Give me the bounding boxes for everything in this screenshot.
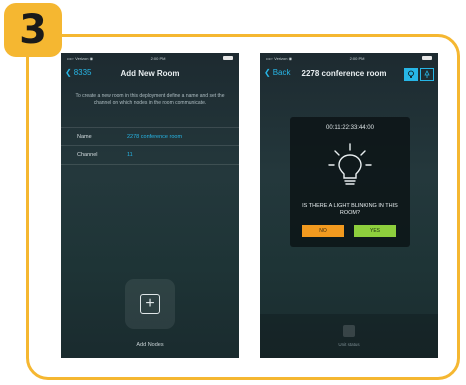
lamp-icon[interactable] <box>420 68 434 81</box>
nav-actions <box>404 68 434 81</box>
channel-field-row[interactable]: Channel 11 <box>61 145 239 165</box>
channel-field[interactable]: 11 <box>127 152 133 158</box>
page-title: Add New Room <box>120 69 180 78</box>
no-button[interactable]: NO <box>302 225 344 237</box>
name-field[interactable]: 2278 conference room <box>127 134 182 140</box>
plus-square-icon: + <box>140 294 160 314</box>
nav-bar: ❮ 8335 Add New Room <box>61 63 239 85</box>
node-id-text: 00:11:22:33:44:00 <box>326 125 374 131</box>
add-nodes-label: Add Nodes <box>136 342 164 348</box>
bottom-bar: Unit status <box>260 314 438 358</box>
clock-text: 2:00 PM <box>349 55 365 61</box>
add-nodes-button[interactable]: + <box>125 279 175 329</box>
lightbulb-icon <box>328 143 372 185</box>
channel-label: Channel <box>77 152 98 158</box>
bottom-label: Unit status <box>338 342 360 347</box>
name-field-row[interactable]: Name 2278 conference room <box>61 127 239 146</box>
carrier-text: ••••◦ Verizon ◉ <box>67 55 94 61</box>
bulb-icon[interactable] <box>404 68 418 81</box>
status-bar: ••••◦ Verizon ◉ 2:00 PM <box>260 53 438 63</box>
battery-icon <box>222 56 233 60</box>
node-icon[interactable] <box>343 325 355 337</box>
instructions-text: To create a new room in this deployment … <box>75 93 225 106</box>
yes-button[interactable]: YES <box>354 225 396 237</box>
blink-question: IS THERE A LIGHT BLINKING IN THIS ROOM? <box>302 203 398 216</box>
blink-confirm-dialog: 00:11:22:33:44:00 IS THERE A LIGHT BLINK… <box>290 117 410 247</box>
clock-text: 2:00 PM <box>150 55 166 61</box>
status-bar: ••••◦ Verizon ◉ 2:00 PM <box>61 53 239 63</box>
battery-icon <box>421 56 432 60</box>
phone-screen-identify-room: ••••◦ Verizon ◉ 2:00 PM ❮ Back 2278 conf… <box>260 53 438 358</box>
carrier-text: ••••◦ Verizon ◉ <box>266 55 293 61</box>
name-label: Name <box>77 134 92 140</box>
phone-screen-add-room: ••••◦ Verizon ◉ 2:00 PM ❮ 8335 Add New R… <box>61 53 239 358</box>
step-number-badge: 3 <box>4 3 62 57</box>
